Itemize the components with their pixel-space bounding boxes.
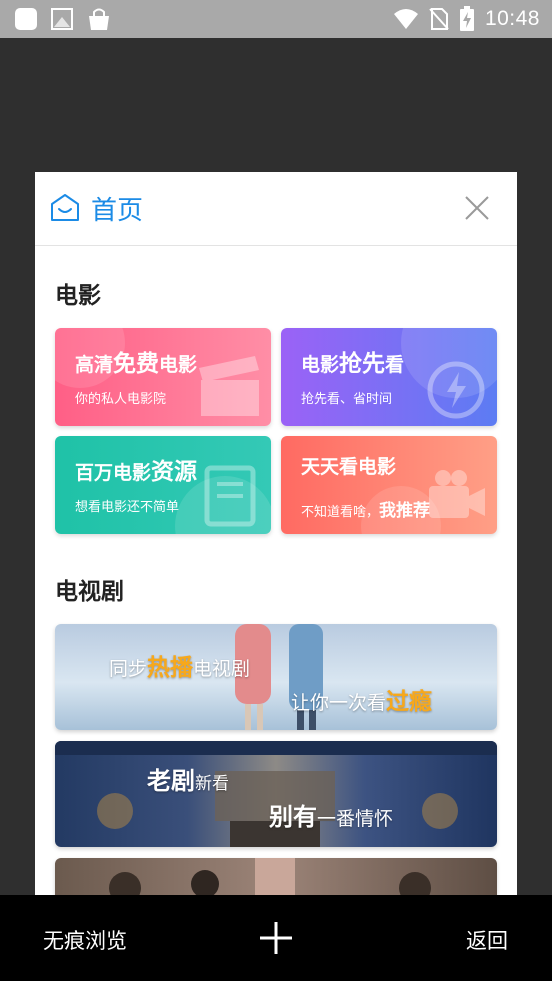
tile-title: 电影抢先看 [301, 351, 405, 377]
lightning-clock-icon [427, 361, 485, 419]
banner-film-scene[interactable] [55, 858, 497, 895]
video-camera-icon [429, 470, 485, 518]
banner-line2: 别有一番情怀 [269, 803, 394, 831]
banner-hot-tv[interactable]: 同步热播电视剧 让你一次看过瘾 [55, 624, 497, 730]
clapperboard-icon [199, 356, 259, 416]
tab-preview-card[interactable]: 首页 电影 高清免费电影 你的私人电影院 电影抢先看 抢先看、省时间 百万电影资… [35, 172, 517, 895]
no-sim-icon [429, 8, 449, 30]
status-bar-system: 10:48 [393, 6, 540, 32]
tile-daily-movies[interactable]: 天天看电影 不知道看啥，我推荐 [281, 436, 497, 534]
wifi-icon [393, 9, 418, 29]
notification-square-icon [15, 8, 37, 30]
incognito-browse-button[interactable]: 无痕浏览 [43, 925, 127, 955]
status-bar-time: 10:48 [484, 7, 540, 30]
banner-line2: 让你一次看过瘾 [291, 689, 433, 715]
bag-icon [89, 8, 109, 30]
tile-subtitle: 你的私人电影院 [75, 392, 167, 407]
film-scene-image [109, 858, 431, 895]
banner-line1: 同步热播电视剧 [109, 655, 251, 681]
tile-subtitle: 抢先看、省时间 [301, 392, 393, 407]
section-title-movies: 电影 [55, 283, 101, 309]
home-icon [51, 194, 79, 221]
tile-subtitle: 不知道看啥，我推荐 [301, 501, 431, 521]
section-title-tv: 电视剧 [55, 579, 124, 605]
tile-title: 天天看电影 [301, 456, 397, 478]
banner-classic-tv[interactable]: 老剧新看 别有一番情怀 [55, 741, 497, 847]
tile-early-access[interactable]: 电影抢先看 抢先看、省时间 [281, 328, 497, 426]
battery-charging-icon [459, 6, 474, 31]
tile-million-movies[interactable]: 百万电影资源 想看电影还不简单 [55, 436, 271, 534]
card-header: 首页 [35, 172, 517, 246]
tile-subtitle: 想看电影还不简单 [75, 500, 180, 515]
back-button[interactable]: 返回 [466, 925, 508, 955]
tile-free-hd-movies[interactable]: 高清免费电影 你的私人电影院 [55, 328, 271, 426]
status-bar-notifications [14, 7, 112, 31]
page-title: 首页 [91, 196, 144, 226]
tile-title: 高清免费电影 [75, 351, 198, 377]
film-document-icon [204, 465, 256, 527]
banner-line1: 老剧新看 [147, 767, 229, 795]
add-tab-icon[interactable] [258, 920, 294, 956]
image-icon [51, 8, 73, 30]
bottom-toolbar: 无痕浏览 返回 [0, 895, 552, 981]
status-bar: 10:48 [0, 0, 552, 38]
tile-title: 百万电影资源 [75, 459, 198, 485]
close-icon[interactable] [463, 194, 491, 222]
